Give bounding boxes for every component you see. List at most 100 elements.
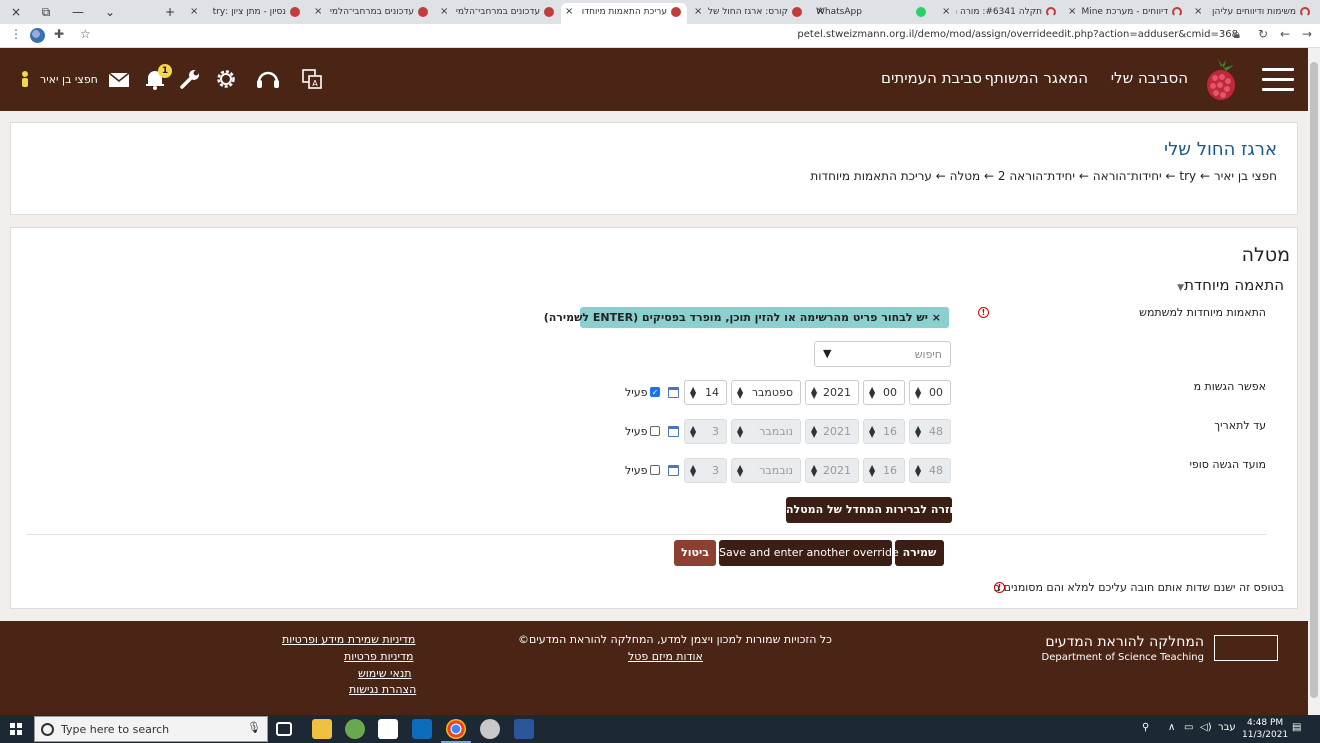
- browser-tab[interactable]: × עדכונים במרחבי־הלמי: [310, 3, 434, 24]
- cutoff-enable-checkbox[interactable]: [650, 465, 660, 475]
- address-bar[interactable]: ⋮ ✚ ☆ petel.stweizmann.org.il/demo/mod/a…: [0, 24, 1320, 48]
- forward-arrow-icon[interactable]: →: [1302, 27, 1312, 41]
- data-retention-policy-link[interactable]: מדיניות שמירת מידע ופרטיות: [282, 633, 415, 646]
- tab-close-icon[interactable]: ×: [942, 3, 950, 21]
- calendar-icon[interactable]: [668, 426, 679, 437]
- notifications-center-icon[interactable]: ▤: [1292, 722, 1301, 733]
- envelope-messages-icon[interactable]: [108, 67, 130, 91]
- allow-from-year-select[interactable]: 2021 ▲ ▼: [805, 380, 859, 405]
- allow-from-enable-checkbox[interactable]: ✓: [650, 387, 660, 397]
- save-and-another-override-button[interactable]: Save and enter another override: [719, 540, 899, 566]
- nav-peers-environment[interactable]: סביבת העמיתים: [881, 69, 982, 87]
- tab-close-icon[interactable]: ×: [190, 3, 198, 21]
- due-date-year-select[interactable]: 2021 ▲ ▼: [805, 419, 859, 444]
- dropdown-caret-icon[interactable]: ▼: [823, 347, 831, 360]
- terms-of-use-link[interactable]: תנאי שימוש: [358, 667, 411, 680]
- browser-tab[interactable]: × קורס: ארגז החול שלי: [690, 3, 808, 24]
- microphone-icon[interactable]: 🎙︎: [247, 721, 261, 734]
- cutoff-hour-select[interactable]: 16 ▲ ▼: [863, 458, 905, 483]
- input-language-indicator[interactable]: עבר: [1218, 722, 1236, 733]
- tab-close-icon[interactable]: ×: [565, 3, 573, 21]
- allow-from-month-select[interactable]: ספטמבר ▲ ▼: [731, 380, 801, 405]
- bookmark-star-icon[interactable]: ☆: [80, 27, 91, 41]
- tray-chevron-icon[interactable]: ∧: [1168, 722, 1175, 733]
- restore-window-icon[interactable]: ⧉: [30, 2, 62, 22]
- tab-search-chevron-icon[interactable]: ⌄: [94, 2, 126, 22]
- lock-icon[interactable]: 🔒︎: [1234, 27, 1240, 42]
- word-app-icon[interactable]: [514, 719, 534, 739]
- cutoff-month-select[interactable]: נובמבר ▲ ▼: [731, 458, 801, 483]
- photos-app-icon[interactable]: [345, 719, 365, 739]
- allow-from-hour-select[interactable]: 00 ▲ ▼: [863, 380, 905, 405]
- raspberry-logo-icon[interactable]: [1204, 57, 1238, 101]
- nav-my-environment[interactable]: הסביבה שלי: [1111, 69, 1188, 87]
- headset-support-icon[interactable]: [255, 67, 281, 91]
- puzzle-extensions-icon[interactable]: ✚: [54, 27, 64, 41]
- new-tab-button[interactable]: +: [154, 2, 186, 22]
- cutoff-enable-label[interactable]: פעיל: [625, 464, 647, 477]
- user-search-input[interactable]: חיפוש ▼: [814, 341, 951, 367]
- due-date-enable-label[interactable]: פעיל: [625, 425, 647, 438]
- tab-close-icon[interactable]: ×: [314, 3, 322, 21]
- people-icon[interactable]: ⚲: [1142, 722, 1149, 733]
- tab-close-icon[interactable]: ×: [440, 3, 448, 21]
- due-date-month-select[interactable]: נובמבר ▲ ▼: [731, 419, 801, 444]
- due-date-enable-checkbox[interactable]: [650, 426, 660, 436]
- browser-tab[interactable]: × נסיון - מתן ציון :try: [186, 3, 306, 24]
- browser-tab-active[interactable]: × עריכת התאמות מיוחדו: [561, 3, 687, 24]
- browser-tab[interactable]: × דיווחים - מערכת Mine: [1064, 3, 1188, 24]
- page-title[interactable]: ארגז החול שלי: [1164, 139, 1277, 160]
- avatar[interactable]: [20, 70, 30, 90]
- back-arrow-icon[interactable]: ←: [1280, 27, 1290, 41]
- task-view-icon[interactable]: [276, 722, 292, 736]
- privacy-policy-link[interactable]: מדיניות פרטיות: [344, 650, 413, 663]
- menu-dots-icon[interactable]: ⋮: [10, 27, 22, 41]
- taskbar-clock[interactable]: 4:48 PM 11/3/2021: [1242, 717, 1288, 741]
- page-scrollbar[interactable]: [1308, 48, 1320, 715]
- cutoff-minute-select[interactable]: 48 ▲ ▼: [909, 458, 951, 483]
- due-date-hour-select[interactable]: 16 ▲ ▼: [863, 419, 905, 444]
- breadcrumb[interactable]: חפצי בן יאיר ← try ← יחידות־הוראה ← יחיד…: [810, 169, 1277, 183]
- network-icon[interactable]: ▭: [1184, 722, 1193, 733]
- user-name[interactable]: חפצי בן יאיר: [40, 73, 98, 86]
- browser-tab[interactable]: × תקלה #6341: מורה מו: [938, 3, 1062, 24]
- hamburger-menu-icon[interactable]: [1262, 68, 1294, 92]
- minimize-window-icon[interactable]: —: [62, 2, 94, 22]
- override-fieldset-toggle[interactable]: התאמה מיוחדת▼: [1171, 276, 1284, 294]
- gear-icon[interactable]: [214, 67, 238, 91]
- validation-notice[interactable]: × יש לבחור פריט מהרשימה או להזין תוכן, מ…: [544, 307, 949, 328]
- nav-shared-repository[interactable]: המאגר המשותף: [984, 69, 1088, 87]
- extension-globe-icon[interactable]: [30, 28, 45, 43]
- chrome-app-icon[interactable]: [441, 719, 471, 743]
- save-button[interactable]: שמירה: [895, 540, 944, 566]
- volume-icon[interactable]: ◁): [1200, 722, 1212, 733]
- browser-tab[interactable]: × משימות ודיווחים עליהן: [1190, 3, 1316, 24]
- tab-close-icon[interactable]: ×: [1194, 3, 1202, 21]
- due-date-day-select[interactable]: 3 ▲ ▼: [684, 419, 727, 444]
- url-text[interactable]: petel.stweizmann.org.il/demo/mod/assign/…: [797, 29, 1238, 40]
- allow-from-minute-select[interactable]: 00 ▲ ▼: [909, 380, 951, 405]
- revert-to-defaults-button[interactable]: חזרה לברירות המחדל של המטלה: [786, 497, 957, 523]
- translate-icon[interactable]: A: [300, 67, 324, 91]
- calendar-icon[interactable]: [668, 465, 679, 476]
- browser-tab[interactable]: × WhatsApp: [812, 3, 932, 24]
- allow-from-day-select[interactable]: 14 ▲ ▼: [684, 380, 727, 405]
- wrench-icon[interactable]: [178, 67, 202, 91]
- close-window-icon[interactable]: ×: [0, 2, 32, 22]
- due-date-minute-select[interactable]: 48 ▲ ▼: [909, 419, 951, 444]
- browser-tab[interactable]: × עדכונים במרחבי־הלמי: [436, 3, 560, 24]
- allow-from-enable-label[interactable]: פעיל: [625, 386, 647, 399]
- cutoff-year-select[interactable]: 2021 ▲ ▼: [805, 458, 859, 483]
- scrollbar-thumb[interactable]: [1310, 62, 1318, 698]
- cancel-button[interactable]: ביטול: [674, 540, 716, 566]
- tab-close-icon[interactable]: ×: [694, 3, 702, 21]
- file-explorer-icon[interactable]: [312, 719, 332, 739]
- windows-start-icon[interactable]: [10, 723, 22, 735]
- store-app-icon[interactable]: [378, 719, 398, 739]
- calendar-icon[interactable]: [668, 387, 679, 398]
- mail-app-icon[interactable]: [412, 719, 432, 739]
- reload-icon[interactable]: ↻: [1258, 27, 1268, 41]
- cutoff-day-select[interactable]: 3 ▲ ▼: [684, 458, 727, 483]
- tab-close-icon[interactable]: ×: [1068, 3, 1076, 21]
- taskbar-search-input[interactable]: Type here to search 🎙︎: [34, 716, 268, 742]
